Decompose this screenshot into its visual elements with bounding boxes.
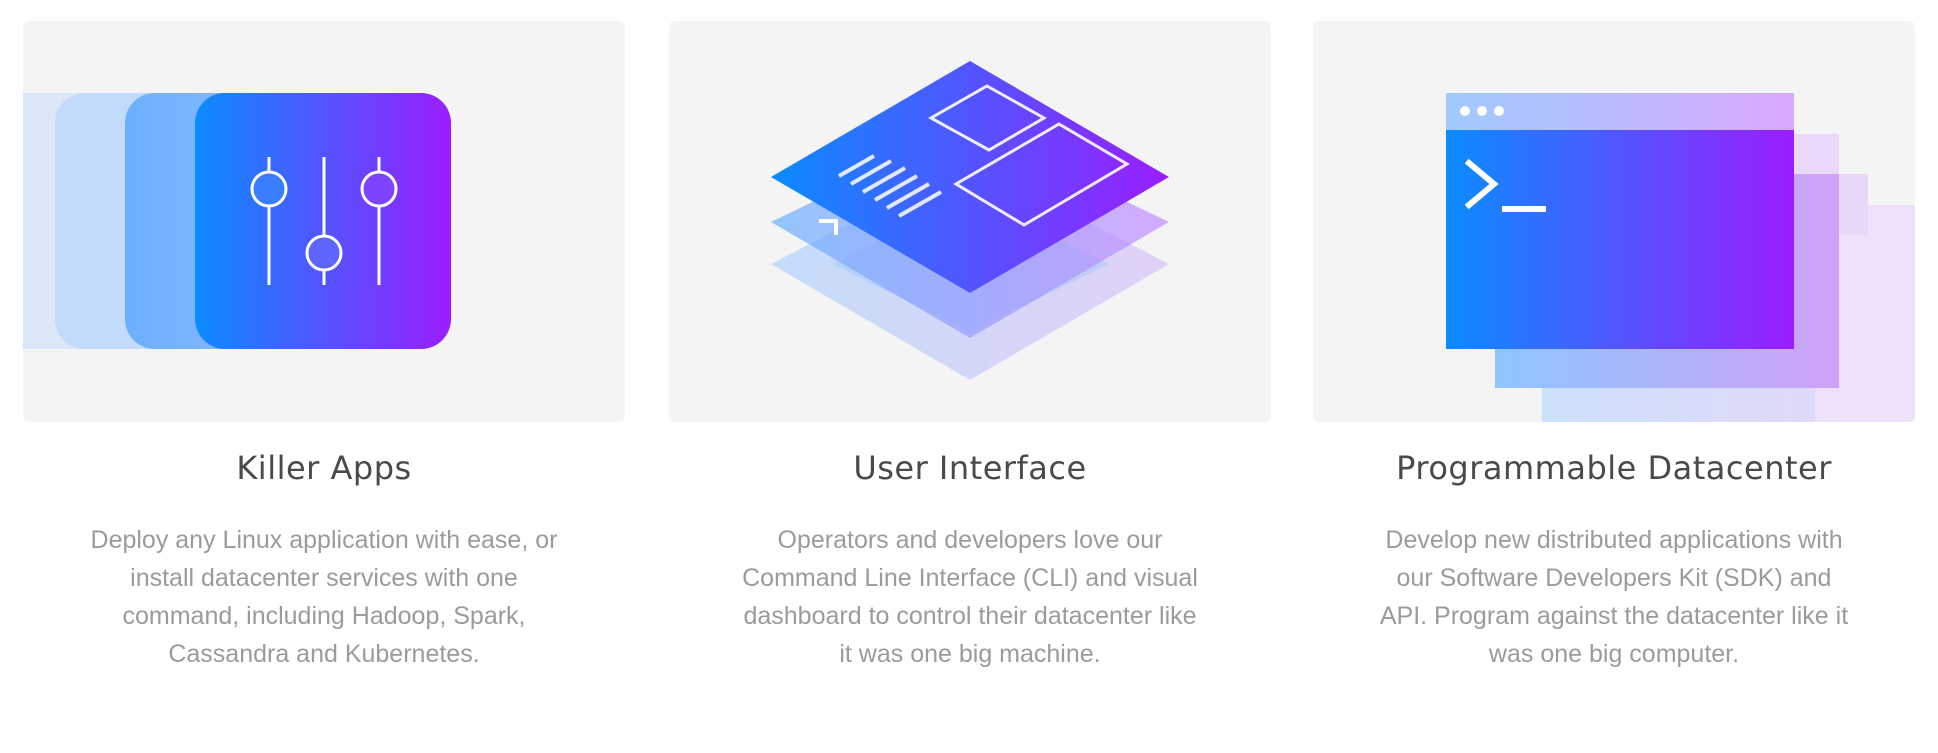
feature-description-line: Operators and developers love our: [777, 526, 1163, 554]
feature-description-line: Command Line Interface (CLI) and visual: [742, 564, 1198, 592]
feature-killer-apps: Killer Apps Deploy any Linux application…: [23, 21, 625, 668]
feature-description: Develop new distributed applications wit…: [1313, 521, 1915, 673]
sliders-icon: [23, 93, 451, 349]
feature-description: Operators and developers love our Comman…: [669, 521, 1271, 673]
feature-illustration-card: [669, 21, 1271, 422]
feature-description-line: was one big computer.: [1488, 640, 1740, 668]
feature-title: Killer Apps: [236, 449, 412, 487]
feature-description-line: dashboard to control their datacenter li…: [743, 602, 1197, 630]
feature-illustration-card: [1313, 21, 1915, 422]
feature-description-line: Develop new distributed applications wit…: [1385, 526, 1843, 554]
features-section: Killer Apps Deploy any Linux application…: [23, 21, 1915, 721]
feature-user-interface: User Interface Operators and developers …: [669, 21, 1271, 668]
terminal-window-icon: [1446, 93, 1915, 422]
feature-description-line: it was one big machine.: [839, 640, 1101, 668]
feature-description-line: API. Program against the datacenter like…: [1379, 602, 1849, 630]
feature-description-line: install datacenter services with one: [130, 564, 518, 592]
feature-description: Deploy any Linux application with ease, …: [23, 521, 625, 673]
feature-programmable-datacenter: Programmable Datacenter Develop new dist…: [1313, 21, 1915, 668]
layered-dashboard-icon: [771, 61, 1169, 380]
feature-description-line: Deploy any Linux application with ease, …: [90, 526, 558, 554]
feature-title: Programmable Datacenter: [1396, 449, 1832, 487]
feature-description-line: command, including Hadoop, Spark,: [122, 602, 526, 630]
feature-description-line: our Software Developers Kit (SDK) and: [1396, 564, 1832, 592]
feature-description-line: Cassandra and Kubernetes.: [168, 640, 480, 668]
feature-illustration-card: [23, 21, 625, 422]
feature-title: User Interface: [853, 449, 1087, 487]
